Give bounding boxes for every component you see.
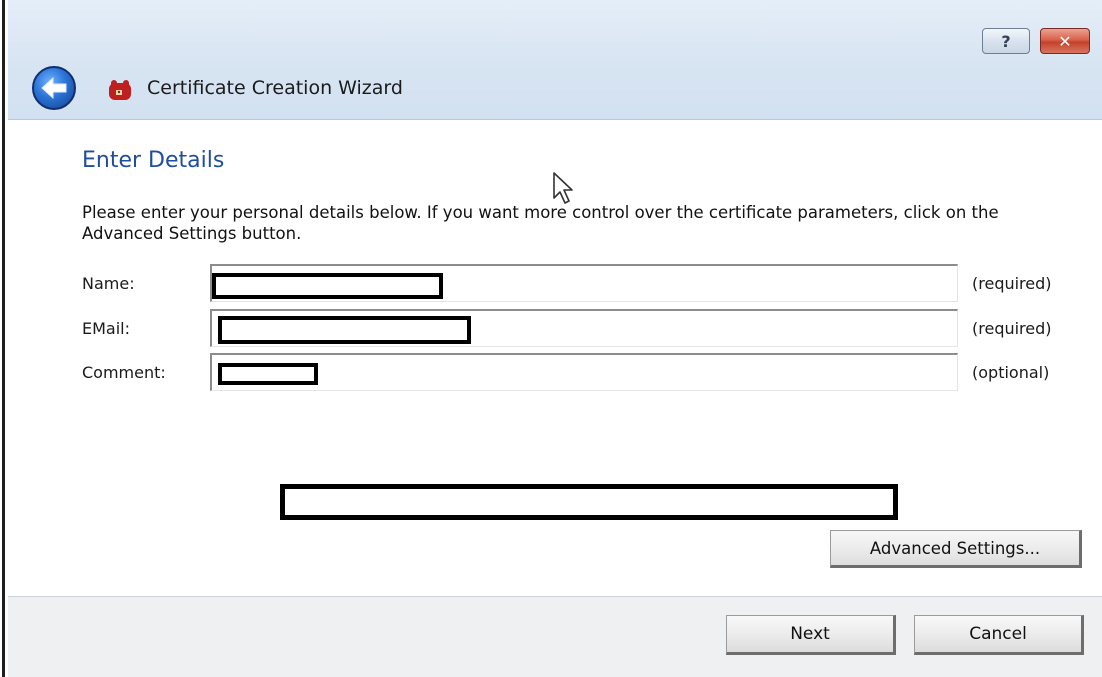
redacted-block [280,484,898,520]
name-required-note: (required) [972,274,1052,293]
email-row: EMail: (required) [82,309,1092,347]
email-required-note: (required) [972,319,1052,338]
back-button[interactable] [32,66,76,110]
help-button[interactable]: ? [982,28,1030,54]
wizard-window: ? ✕ Certificate Creation Wizard Enter De… [8,0,1102,677]
name-redaction [212,273,443,299]
back-arrow-icon [41,76,67,100]
comment-field[interactable] [210,353,958,391]
close-button[interactable]: ✕ [1040,28,1090,54]
page-heading: Enter Details [82,148,225,173]
certificate-app-icon [109,80,131,100]
window-title: Certificate Creation Wizard [147,77,403,99]
email-field[interactable] [210,309,958,347]
name-field[interactable] [210,264,958,302]
window-left-edge [0,0,8,677]
mouse-cursor-icon [553,172,573,204]
wizard-header: ? ✕ Certificate Creation Wizard [8,0,1102,120]
caption-buttons: ? ✕ [982,28,1090,54]
comment-redaction [218,363,318,385]
cancel-button[interactable]: Cancel [914,615,1084,655]
help-icon: ? [1001,31,1011,51]
next-button[interactable]: Next [726,615,896,655]
comment-optional-note: (optional) [972,363,1050,382]
name-label: Name: [82,274,135,293]
comment-label: Comment: [82,363,166,382]
advanced-settings-button[interactable]: Advanced Settings... [830,530,1082,568]
name-row: Name: (required) [82,264,1092,302]
intro-text: Please enter your personal details below… [82,203,999,243]
close-icon: ✕ [1058,31,1072,51]
email-redaction [218,316,471,344]
email-label: EMail: [82,319,130,338]
comment-row: Comment: (optional) [82,353,1092,391]
